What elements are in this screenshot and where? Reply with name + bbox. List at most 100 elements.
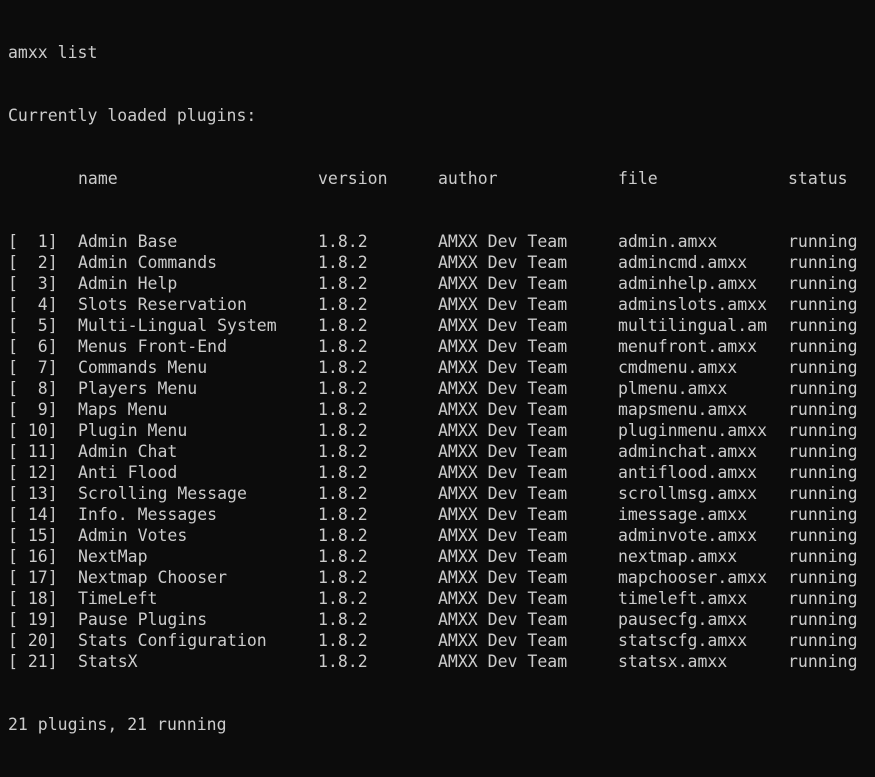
plugin-version: 1.8.2: [318, 253, 368, 272]
plugin-author: AMXX Dev Team: [438, 463, 568, 482]
plugin-status: running: [788, 358, 858, 377]
plugin-name: TimeLeft: [78, 589, 158, 608]
plugin-status: running: [788, 295, 858, 314]
plugin-version: 1.8.2: [318, 337, 368, 356]
terminal-window[interactable]: amxx list Currently loaded plugins: name…: [0, 0, 875, 734]
plugin-status: running: [788, 652, 858, 671]
plugin-version: 1.8.2: [318, 505, 368, 524]
plugin-author: AMXX Dev Team: [438, 442, 568, 461]
plugin-file: pluginmenu.amxx: [618, 421, 768, 440]
plugin-name: Admin Base: [78, 232, 178, 251]
plugin-name: Plugin Menu: [78, 421, 188, 440]
plugin-status: running: [788, 484, 858, 503]
plugin-index: [ 12]: [8, 463, 58, 482]
plugin-version: 1.8.2: [318, 568, 368, 587]
plugin-file: scrollmsg.amxx: [618, 484, 758, 503]
plugin-status: running: [788, 547, 858, 566]
plugin-index: [ 2]: [8, 253, 58, 272]
plugin-name: Players Menu: [78, 379, 198, 398]
plugin-name: Info. Messages: [78, 505, 218, 524]
plugin-index: [ 6]: [8, 337, 58, 356]
plugin-author: AMXX Dev Team: [438, 484, 568, 503]
plugin-row: [ 11] Admin Chat 1.8.2 AMXX Dev Team adminch…: [8, 441, 875, 462]
plugin-author: AMXX Dev Team: [438, 232, 568, 251]
plugin-index: [ 16]: [8, 547, 58, 566]
plugin-author: AMXX Dev Team: [438, 589, 568, 608]
plugin-author: AMXX Dev Team: [438, 547, 568, 566]
plugin-status: running: [788, 442, 858, 461]
plugin-row: [ 20] Stats Configuration 1.8.2 AMXX Dev Te…: [8, 630, 875, 651]
plugin-version: 1.8.2: [318, 274, 368, 293]
plugin-version: 1.8.2: [318, 358, 368, 377]
plugin-file: multilingual.am: [618, 316, 768, 335]
command-line: amxx list: [8, 42, 875, 63]
plugin-name: Pause Plugins: [78, 610, 208, 629]
plugin-file: admincmd.amxx: [618, 253, 748, 272]
plugin-index: [ 8]: [8, 379, 58, 398]
plugin-row: [ 5] Multi-Lingual System 1.8.2 AMXX Dev Te…: [8, 315, 875, 336]
plugin-name: Admin Commands: [78, 253, 218, 272]
summary-text: 21 plugins, 21 running: [8, 715, 227, 734]
plugin-name: Stats Configuration: [78, 631, 267, 650]
plugin-file: statscfg.amxx: [618, 631, 748, 650]
plugin-file: antiflood.amxx: [618, 463, 758, 482]
plugin-author: AMXX Dev Team: [438, 652, 568, 671]
plugin-status: running: [788, 253, 858, 272]
plugin-version: 1.8.2: [318, 232, 368, 251]
plugin-status: running: [788, 568, 858, 587]
plugin-index: [ 4]: [8, 295, 58, 314]
plugin-index: [ 17]: [8, 568, 58, 587]
plugin-name: Scrolling Message: [78, 484, 247, 503]
plugin-name: Anti Flood: [78, 463, 178, 482]
plugin-version: 1.8.2: [318, 379, 368, 398]
plugin-file: mapsmenu.amxx: [618, 400, 748, 419]
plugin-status: running: [788, 505, 858, 524]
plugin-name: Slots Reservation: [78, 295, 247, 314]
heading-text: Currently loaded plugins:: [8, 106, 257, 125]
plugin-row: [ 13] Scrolling Message 1.8.2 AMXX Dev Team…: [8, 483, 875, 504]
plugin-author: AMXX Dev Team: [438, 253, 568, 272]
plugin-author: AMXX Dev Team: [438, 421, 568, 440]
plugin-version: 1.8.2: [318, 652, 368, 671]
plugin-status: running: [788, 400, 858, 419]
plugin-index: [ 9]: [8, 400, 58, 419]
plugin-list: [ 1] Admin Base 1.8.2 AMXX Dev Team admin.am…: [8, 231, 875, 672]
plugin-author: AMXX Dev Team: [438, 274, 568, 293]
plugin-status: running: [788, 610, 858, 629]
plugin-name: NextMap: [78, 547, 148, 566]
plugin-version: 1.8.2: [318, 484, 368, 503]
plugin-row: [ 14] Info. Messages 1.8.2 AMXX Dev Team ime…: [8, 504, 875, 525]
plugin-index: [ 18]: [8, 589, 58, 608]
plugin-version: 1.8.2: [318, 610, 368, 629]
plugin-index: [ 11]: [8, 442, 58, 461]
plugin-file: nextmap.amxx: [618, 547, 738, 566]
plugin-status: running: [788, 589, 858, 608]
plugin-index: [ 21]: [8, 652, 58, 671]
plugin-row: [ 12] Anti Flood 1.8.2 AMXX Dev Team antiflo…: [8, 462, 875, 483]
plugin-version: 1.8.2: [318, 400, 368, 419]
plugin-file: statsx.amxx: [618, 652, 728, 671]
command-text: amxx list: [8, 43, 98, 62]
plugin-file: adminslots.amxx: [618, 295, 768, 314]
plugin-author: AMXX Dev Team: [438, 505, 568, 524]
plugin-row: [ 6] Menus Front-End 1.8.2 AMXX Dev Team men…: [8, 336, 875, 357]
plugin-version: 1.8.2: [318, 463, 368, 482]
plugin-file: menufront.amxx: [618, 337, 758, 356]
plugin-status: running: [788, 232, 858, 251]
plugin-row: [ 9] Maps Menu 1.8.2 AMXX Dev Team mapsmenu.…: [8, 399, 875, 420]
plugin-row: [ 18] TimeLeft 1.8.2 AMXX Dev Team timeleft.…: [8, 588, 875, 609]
plugin-file: cmdmenu.amxx: [618, 358, 738, 377]
plugin-file: pausecfg.amxx: [618, 610, 748, 629]
column-header-version: version: [318, 169, 388, 188]
column-header-file: file: [618, 169, 658, 188]
plugin-index: [ 5]: [8, 316, 58, 335]
plugin-file: imessage.amxx: [618, 505, 748, 524]
plugin-index: [ 3]: [8, 274, 58, 293]
plugin-file: timeleft.amxx: [618, 589, 748, 608]
plugin-name: Menus Front-End: [78, 337, 228, 356]
plugin-file: adminhelp.amxx: [618, 274, 758, 293]
plugin-author: AMXX Dev Team: [438, 568, 568, 587]
plugin-version: 1.8.2: [318, 316, 368, 335]
plugin-author: AMXX Dev Team: [438, 295, 568, 314]
plugin-version: 1.8.2: [318, 442, 368, 461]
